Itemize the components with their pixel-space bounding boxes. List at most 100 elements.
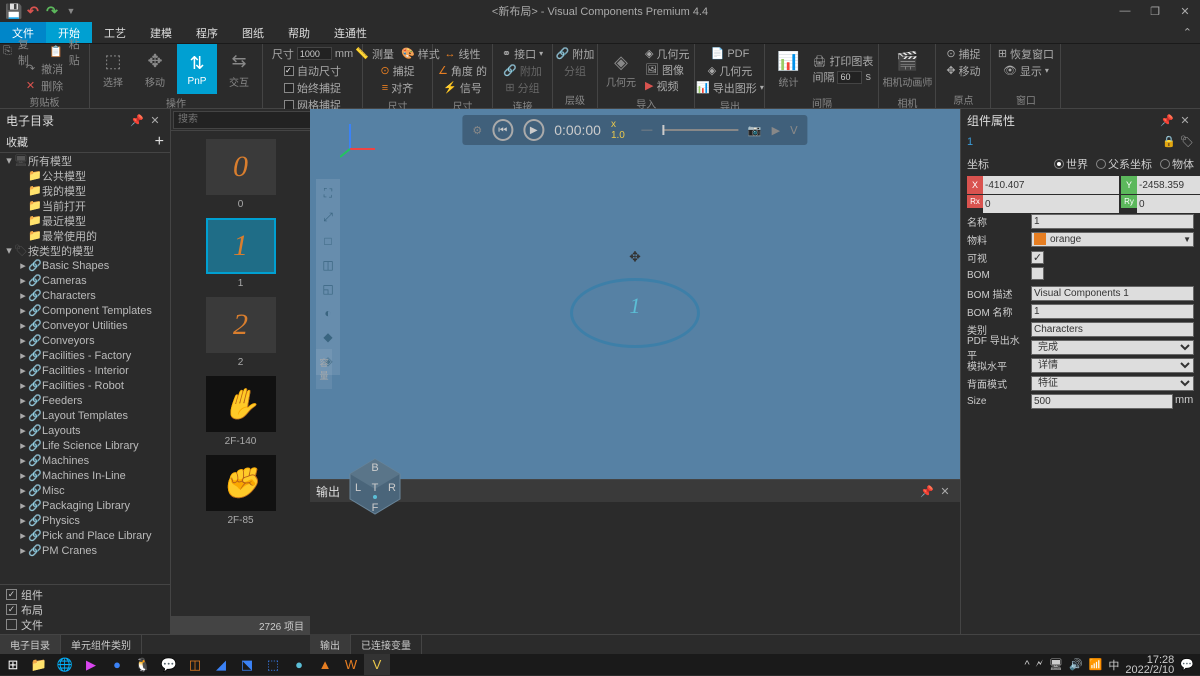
components-checkbox[interactable]: ✓	[6, 589, 17, 600]
tree-node[interactable]: 🔗Facilities - Robot	[0, 378, 170, 393]
viewport-3d[interactable]: ⚙ ⏮ ▶ 0:00:00 x 1.0 — 📷 ▶ ᐯ ⛶⤢ □◫ ◱◐ ◆◈ …	[310, 109, 960, 479]
wire-icon[interactable]: ◱	[316, 279, 340, 299]
battery-icon[interactable]: 🗲	[1036, 658, 1043, 671]
tree-node[interactable]: 🔗Misc	[0, 483, 170, 498]
close-button[interactable]: ✕	[1170, 0, 1200, 22]
style-icon[interactable]: 🎨	[401, 47, 415, 60]
size-input[interactable]	[1031, 394, 1173, 409]
color-icon[interactable]: ◆	[316, 327, 340, 347]
gear-icon[interactable]: ⚙	[472, 124, 482, 137]
world-radio[interactable]: 世界	[1054, 156, 1088, 172]
angle-icon[interactable]: ∠	[438, 64, 448, 77]
visible-checkbox[interactable]: ✓	[1031, 251, 1044, 264]
interface-icon[interactable]: ⚭	[502, 47, 511, 60]
snap2-icon[interactable]: ⊙	[380, 64, 389, 77]
measure-icon[interactable]: 📏	[355, 47, 369, 60]
video-icon[interactable]: ▶	[645, 79, 653, 92]
catalog-item[interactable]: ✊2F-85	[206, 455, 276, 526]
tray-expand-icon[interactable]: ^	[1024, 659, 1029, 671]
signal-icon[interactable]: ⚡	[443, 81, 457, 94]
ime-icon[interactable]: 中	[1108, 657, 1119, 673]
tab-program[interactable]: 程序	[184, 22, 230, 43]
box-icon[interactable]: □	[316, 231, 340, 251]
tree-node[interactable]: 🔗Packaging Library	[0, 498, 170, 513]
save-icon[interactable]: 💾	[6, 3, 22, 19]
tree-node[interactable]: 🔗Cameras	[0, 273, 170, 288]
layouts-checkbox[interactable]: ✓	[6, 604, 17, 615]
copy-icon[interactable]: ⎘	[3, 45, 12, 58]
geom2-icon[interactable]: ◈	[645, 47, 653, 60]
cube-icon[interactable]: ◫	[316, 255, 340, 275]
app5-icon[interactable]: ●	[286, 654, 312, 675]
app4-icon[interactable]: ⬚	[260, 654, 286, 675]
rec-icon[interactable]: ▶	[772, 124, 780, 137]
expand-icon[interactable]: ⤢	[316, 207, 340, 227]
tab-unit[interactable]: 单元组件类别	[61, 635, 142, 654]
bomdesc-input[interactable]	[1031, 286, 1194, 301]
pin-icon[interactable]: 📌	[128, 114, 146, 127]
tree-node[interactable]: ▸📁最常使用的	[0, 228, 170, 243]
notifications-icon[interactable]: 💬	[1180, 658, 1194, 671]
pdf-select[interactable]: 完成	[1031, 340, 1194, 355]
interval-input[interactable]	[837, 71, 862, 84]
explorer-icon[interactable]: 📁	[26, 654, 52, 675]
align-icon[interactable]: ≡	[382, 82, 388, 94]
tree-node[interactable]: 🏷按类型的模型	[0, 243, 170, 258]
chrome-icon[interactable]: 🌐	[52, 654, 78, 675]
undo-icon[interactable]: ↷	[26, 62, 35, 75]
tree-node[interactable]: 🔗Feeders	[0, 393, 170, 408]
close-icon[interactable]: ✕	[146, 114, 164, 127]
gridsnap-checkbox[interactable]	[284, 100, 294, 110]
start-button[interactable]: ⊞	[0, 654, 26, 675]
ry-input[interactable]	[1137, 195, 1200, 213]
tree-node[interactable]: 🔗Conveyors	[0, 333, 170, 348]
bom-checkbox[interactable]	[1031, 267, 1044, 280]
wifi-icon[interactable]: 📶	[1089, 658, 1103, 671]
shade-icon[interactable]: ◐	[316, 303, 340, 323]
minimize-button[interactable]: —	[1110, 0, 1140, 22]
catalog-item[interactable]: 00	[206, 139, 276, 210]
qq-icon[interactable]: 🐧	[130, 654, 156, 675]
geom3-icon[interactable]: ◈	[708, 64, 716, 77]
tree-node[interactable]: 🖥所有模型	[0, 153, 170, 168]
pnp-button[interactable]: ⇅PnP	[177, 44, 217, 94]
tree-node[interactable]: ▸📁我的模型	[0, 183, 170, 198]
name-input[interactable]	[1031, 214, 1194, 229]
capture-icon[interactable]: ⊙	[946, 47, 955, 60]
wireshark-icon[interactable]: ◢	[208, 654, 234, 675]
tree-node[interactable]: ▸📁公共模型	[0, 168, 170, 183]
maximize-button[interactable]: ❐	[1140, 0, 1170, 22]
add-icon[interactable]: +	[155, 133, 164, 151]
clock[interactable]: 17:282022/2/10	[1125, 655, 1174, 675]
tab-linked[interactable]: 已连接变量	[351, 634, 422, 654]
rx-input[interactable]	[983, 195, 1119, 213]
pdf-icon[interactable]: 📄	[711, 47, 725, 60]
object-radio[interactable]: 物体	[1160, 156, 1194, 172]
close-icon[interactable]: ✕	[1176, 114, 1194, 127]
pin-icon[interactable]: 📌	[918, 485, 936, 498]
geom-button[interactable]: ◈几何元	[601, 45, 641, 95]
tab-process[interactable]: 工艺	[92, 22, 138, 43]
collapse-handle[interactable]: 容量	[316, 349, 332, 389]
vr-icon[interactable]: ᐯ	[790, 124, 798, 137]
tab-modeling[interactable]: 建模	[138, 22, 184, 43]
tree-node[interactable]: 🔗PM Cranes	[0, 543, 170, 558]
y-input[interactable]	[1137, 176, 1200, 194]
sim-select[interactable]: 详情	[1031, 358, 1194, 373]
tree-node[interactable]: 🔗Physics	[0, 513, 170, 528]
tab-output[interactable]: 输出	[310, 634, 351, 654]
move2-icon[interactable]: ✥	[946, 64, 955, 77]
paste-icon[interactable]: 📋	[49, 45, 63, 58]
tree-node[interactable]: 🔗Conveyor Utilities	[0, 318, 170, 333]
qat-dropdown-icon[interactable]: ▼	[63, 3, 79, 19]
restore-icon[interactable]: ⊞	[998, 47, 1007, 60]
select-button[interactable]: ⬚选择	[93, 44, 133, 94]
wechat-icon[interactable]: 💬	[156, 654, 182, 675]
catalog-item[interactable]: 11	[206, 218, 276, 289]
search-input[interactable]	[173, 111, 315, 129]
bomname-input[interactable]	[1031, 304, 1194, 319]
snap-checkbox[interactable]	[284, 83, 294, 93]
interact-button[interactable]: ⇆交互	[219, 44, 259, 94]
close-icon[interactable]: ✕	[936, 485, 954, 498]
pin-icon[interactable]: 📌	[1158, 114, 1176, 127]
